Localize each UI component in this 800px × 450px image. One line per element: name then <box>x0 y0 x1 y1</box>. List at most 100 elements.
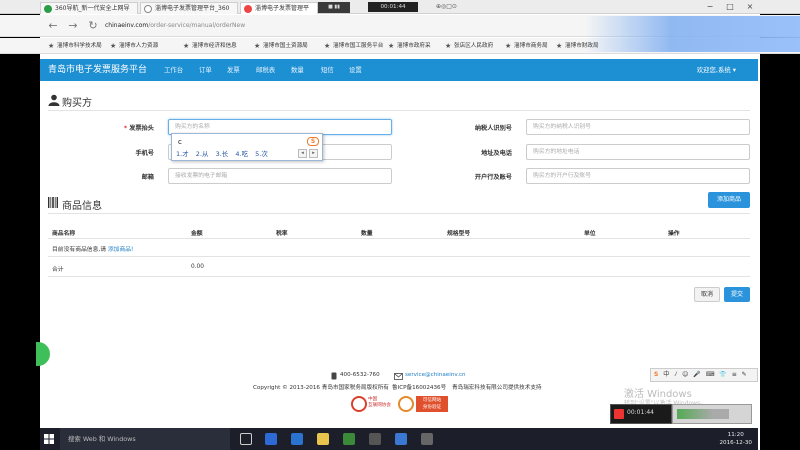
nav-item-tax-table[interactable]: 邮税表 <box>256 59 275 81</box>
add-goods-link[interactable]: 添加商品! <box>108 247 134 253</box>
seal-caption: 中国 互联网协会 <box>368 397 391 408</box>
emoji-icon[interactable]: ☺ <box>682 371 688 378</box>
column-header-tax-rate: 税率 <box>276 231 288 237</box>
sogou-ime-toolbar: S 中 ﾉ ☺ 🎤 ⌨ 👕 ≡ ✎ <box>650 368 758 382</box>
user-menu[interactable]: 欢迎您,系统 ▾ <box>697 59 736 81</box>
bookmark-item[interactable]: 淄博市国工服务平台 <box>324 41 383 51</box>
clock-date: 2016-12-30 <box>719 440 752 446</box>
ime-candidate[interactable]: 5.次 <box>255 150 268 158</box>
nav-item-invoices[interactable]: 发票 <box>227 59 240 81</box>
footer-copyright: Copyright © 2013-2016 青岛市国家税务局版权所有 <box>253 385 389 391</box>
url-host: chinaeinv.com <box>105 22 149 29</box>
skin-icon[interactable]: 👕 <box>719 371 726 378</box>
url-path: /order-service/manual/orderNew <box>148 22 246 29</box>
footer-phone: 400-6532-760 <box>340 372 380 378</box>
total-value: 0.00 <box>191 264 204 270</box>
punctuation-icon[interactable]: ﾉ <box>674 371 677 378</box>
ime-composition: c <box>178 138 182 146</box>
bookmark-item[interactable]: 张店区人民政府 <box>445 41 493 51</box>
url-field[interactable]: chinaeinv.com/order-service/manual/order… <box>105 20 585 32</box>
minimize-button[interactable]: − <box>700 0 720 14</box>
bank-account-label: 开户行及账号 <box>474 174 512 181</box>
forward-button[interactable]: → <box>66 19 80 33</box>
ime-candidate[interactable]: 1.才 <box>176 150 189 158</box>
browser-extension-icons[interactable]: ⊕◎□⊙ <box>436 2 472 12</box>
volume-panel[interactable] <box>672 404 752 424</box>
taskbar-search-input[interactable]: 搜索 Web 和 Windows <box>60 428 230 450</box>
bookmark-item[interactable]: 淄博市人力资源 <box>110 41 158 51</box>
windows-taskbar: 搜索 Web 和 Windows 11:20 2016-12-30 <box>40 428 758 450</box>
app-brand[interactable]: 青岛市电子发票服务平台 <box>48 59 147 81</box>
footer-email-link[interactable]: service@chinaeinv.cn <box>405 372 466 378</box>
sogou-logo-icon[interactable]: S <box>654 371 658 378</box>
ime-candidate[interactable]: 3.长 <box>216 150 229 158</box>
recorder-timer: 00:01:44 <box>368 2 418 12</box>
menu-icon[interactable]: ≡ <box>732 371 737 378</box>
task-view-icon[interactable] <box>240 433 252 445</box>
empty-text: 目前没有商品信息,请 <box>52 247 107 253</box>
ime-candidate[interactable]: 4.吃 <box>235 150 248 158</box>
invoice-header-label-text: 发票抬头 <box>129 125 154 132</box>
email-input[interactable]: 接收发票的电子邮箱 <box>168 168 392 184</box>
bank-account-input[interactable]: 购买方的开户行及账号 <box>526 168 750 184</box>
nav-item-settings[interactable]: 设置 <box>349 59 362 81</box>
ime-mode-toggle[interactable]: 中 <box>663 371 669 378</box>
bookmark-item[interactable]: 淄博市政府采 <box>388 41 431 51</box>
edge-browser-icon[interactable] <box>265 433 277 445</box>
360-browser-icon[interactable] <box>343 433 355 445</box>
total-label: 合计 <box>52 267 64 273</box>
nav-item-orders[interactable]: 订单 <box>199 59 212 81</box>
submit-button[interactable]: 提交 <box>724 287 750 302</box>
ime-prev-page-icon[interactable]: ◂ <box>298 149 307 158</box>
nav-item-quantity[interactable]: 数量 <box>291 59 304 81</box>
record-stop-icon[interactable] <box>614 409 624 419</box>
tax-id-input[interactable]: 购买方的纳税人识别号 <box>526 119 750 135</box>
required-mark: * <box>123 125 128 132</box>
recorder-widget[interactable]: 00:01:44 <box>610 404 672 424</box>
empty-table-message: 目前没有商品信息,请 添加商品! <box>52 244 133 253</box>
column-header-amount: 金额 <box>191 231 203 237</box>
trusted-site-badge[interactable]: 可信网站 身份验证 <box>416 396 448 412</box>
windows-start-icon[interactable] <box>44 434 54 444</box>
ime-candidate[interactable]: 2.从 <box>196 150 209 158</box>
recorder-mini-toolbar[interactable]: ■ ▮▮ <box>318 2 350 13</box>
address-phone-input[interactable]: 购买方的地址电话 <box>526 144 750 160</box>
address-phone-label: 地址及电话 <box>481 150 512 157</box>
wechat-icon[interactable] <box>369 433 381 445</box>
user-icon <box>48 94 60 106</box>
maximize-button[interactable]: □ <box>720 0 740 14</box>
file-explorer-icon[interactable] <box>317 433 329 445</box>
browser-tab[interactable]: 淄博电子发票管理平台_360 <box>140 2 238 14</box>
page-icon <box>244 5 252 13</box>
back-button[interactable]: ← <box>46 19 60 33</box>
phone-label: 手机号 <box>135 150 154 157</box>
table-divider <box>48 256 750 257</box>
bookmark-item[interactable]: 淄博市经济和信息 <box>183 41 237 51</box>
add-goods-button[interactable]: 添加商品 <box>708 192 750 208</box>
cancel-button[interactable]: 取消 <box>694 287 720 302</box>
trusted-site-seal-icon <box>398 396 414 412</box>
nav-item-sms[interactable]: 短信 <box>321 59 334 81</box>
browser-app-icon[interactable] <box>395 433 407 445</box>
browser-tab-label: 360导航_新一代安全上网导 <box>55 5 130 12</box>
reload-button[interactable]: ↻ <box>86 19 100 33</box>
browser-tab-active[interactable]: 淄博电子发票管理平 <box>240 2 318 14</box>
close-window-button[interactable]: × <box>740 0 760 14</box>
invoice-header-label: * 发票抬头 <box>74 123 154 132</box>
taskbar-clock[interactable]: 11:20 2016-12-30 <box>719 431 752 447</box>
microphone-icon[interactable]: 🎤 <box>693 371 700 378</box>
keyboard-icon[interactable]: ⌨ <box>706 371 715 378</box>
tools-icon[interactable]: ✎ <box>742 371 747 378</box>
volume-slider[interactable] <box>677 409 729 419</box>
nav-item-workbench[interactable]: 工作台 <box>164 59 183 81</box>
side-feedback-tab[interactable] <box>36 342 50 366</box>
footer-icp[interactable]: 鲁ICP备16002436号 <box>392 383 446 391</box>
terminal-icon[interactable] <box>421 433 433 445</box>
bookmark-item[interactable]: 淄博市国土资源局 <box>254 41 308 51</box>
footer-tech-support: 青岛瑞宏科技有限公司提供技术支持 <box>452 385 542 391</box>
ime-next-page-icon[interactable]: ▸ <box>309 149 318 158</box>
bookmark-item[interactable]: 淄博市科学技术局 <box>48 41 102 51</box>
bookmark-item[interactable]: 淄博市商务局 <box>505 41 548 51</box>
browser-tab[interactable]: 360导航_新一代安全上网导 <box>40 2 138 14</box>
ie-browser-icon[interactable] <box>291 433 303 445</box>
